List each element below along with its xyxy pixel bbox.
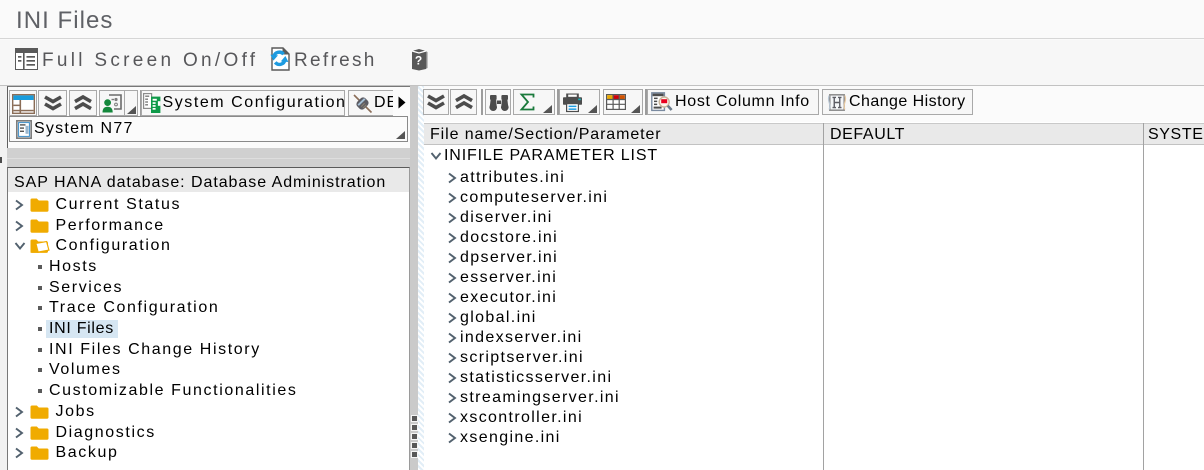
- svg-text:?: ?: [415, 54, 422, 68]
